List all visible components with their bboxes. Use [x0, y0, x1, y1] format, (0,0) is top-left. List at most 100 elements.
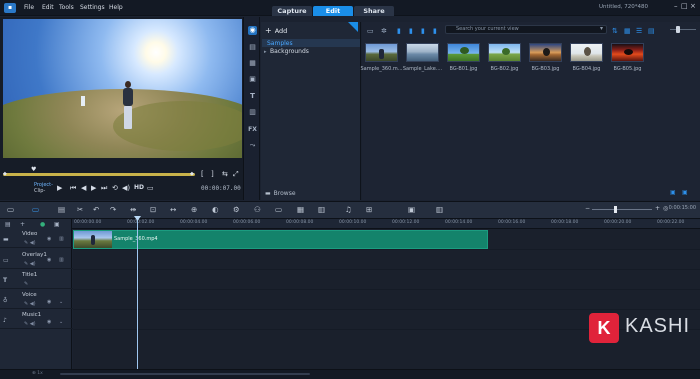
aspect-ratio-icon[interactable]: ▭	[147, 184, 154, 192]
track-edit-icon[interactable]: ✎ ◀)	[24, 321, 36, 327]
next-frame-icon[interactable]: ▶	[91, 184, 96, 192]
volume-icon[interactable]: ◀)	[122, 184, 130, 192]
scrub-position-icon[interactable]: ♥	[31, 166, 36, 173]
show-audio-icon[interactable]: ▮	[421, 27, 425, 35]
details-view-icon[interactable]: ▤	[648, 27, 655, 35]
track-view-toggle-icon[interactable]: ▤	[5, 221, 11, 228]
split-icon[interactable]: ⇹	[130, 205, 136, 214]
motion-path-icon[interactable]: ⊞	[366, 205, 372, 214]
split-clip-icon[interactable]: ⇆	[222, 170, 228, 178]
end-icon[interactable]: ⏭	[101, 184, 107, 193]
thumbnail-size-knob[interactable]	[676, 26, 680, 33]
speed-icon[interactable]: ⚇	[254, 205, 261, 214]
hd-toggle[interactable]: HD	[134, 184, 144, 191]
tab-edit[interactable]: Edit	[313, 6, 353, 16]
subtitle-editor-icon[interactable]: ▭	[275, 205, 282, 214]
thumbnail-size-slider[interactable]	[670, 29, 696, 30]
mixer-icon[interactable]: ▥	[436, 205, 443, 214]
track-edit-icon[interactable]: ✎ ◀)	[24, 301, 36, 307]
zoom-in-icon[interactable]: +	[655, 205, 660, 212]
show-photos-icon[interactable]: ▮	[409, 27, 413, 35]
playhead[interactable]	[137, 219, 138, 369]
fx-icon[interactable]: FX	[248, 125, 257, 134]
media-thumb[interactable]	[365, 43, 398, 62]
preview-scrub-bar[interactable]	[3, 173, 195, 176]
add-folder-button[interactable]: + Add	[265, 26, 287, 35]
home-icon[interactable]: ⏮	[70, 184, 76, 193]
menu-settings[interactable]: Settings	[80, 4, 105, 11]
track-manager-icon[interactable]: ▤	[58, 205, 65, 214]
close-icon[interactable]: ×	[690, 2, 696, 10]
track-options-icon[interactable]: ▣	[54, 221, 60, 228]
sort-icon[interactable]: ⇅	[612, 27, 618, 35]
instant-project-icon[interactable]: ▤	[248, 43, 257, 52]
track-edit-icon[interactable]: ✎	[24, 281, 28, 287]
crop-icon[interactable]: ⊡	[150, 205, 156, 214]
thumbnail-view-icon[interactable]: ▦	[624, 27, 631, 35]
tree-item-backgrounds[interactable]: Backgrounds	[270, 48, 309, 55]
tab-capture[interactable]: Capture	[272, 6, 312, 16]
track-mute-icon[interactable]: ◉	[47, 257, 51, 263]
menu-help[interactable]: Help	[109, 4, 123, 11]
repeat-icon[interactable]: ⟲	[112, 184, 118, 192]
expand-library-icon[interactable]: ▣	[682, 189, 688, 196]
zoom-out-icon[interactable]: −	[585, 205, 590, 212]
fit-view-icon[interactable]: ▣	[670, 189, 676, 196]
show-videos-icon[interactable]: ▮	[397, 27, 401, 35]
menu-file[interactable]: File	[24, 4, 34, 11]
tree-item-samples[interactable]: Samples	[267, 40, 293, 47]
media-thumb[interactable]	[406, 43, 439, 62]
menu-tools[interactable]: Tools	[59, 4, 74, 11]
tools-icon[interactable]: ✂	[77, 205, 83, 214]
undo-icon[interactable]: ↶	[93, 205, 99, 214]
list-view-icon[interactable]: ☰	[636, 27, 642, 35]
track-lock-icon[interactable]: ●	[40, 221, 45, 228]
timeline-scrollbar[interactable]	[60, 373, 310, 375]
timeline-tracks[interactable]	[73, 229, 700, 369]
record-capture-icon[interactable]: ▣	[408, 205, 415, 214]
media-thumb[interactable]	[488, 43, 521, 62]
graphics-icon[interactable]: ▥	[248, 108, 257, 117]
auto-music-icon[interactable]: ♫	[345, 205, 352, 214]
title-library-icon[interactable]: ▣	[248, 75, 257, 84]
storyboard-view-icon[interactable]: ▭	[7, 205, 14, 214]
media-thumb[interactable]	[447, 43, 480, 62]
browse-button[interactable]: ▬ Browse	[265, 190, 296, 197]
tree-expand-icon[interactable]: ▸	[264, 49, 267, 55]
track-edit-icon[interactable]: ✎ ◀)	[24, 261, 36, 267]
redo-icon[interactable]: ↷	[110, 205, 116, 214]
play-icon[interactable]: ▶	[57, 184, 62, 192]
minimize-icon[interactable]: –	[674, 2, 678, 10]
project-clip-toggle[interactable]: Project- Clip-	[34, 182, 53, 194]
motion-tracking-icon[interactable]: ⊕	[191, 205, 197, 214]
track-expand-icon[interactable]: ⌄	[59, 319, 63, 325]
mark-in-icon[interactable]: [	[201, 170, 204, 178]
multi-camera-icon[interactable]: ▦	[297, 205, 304, 214]
track-mute-icon[interactable]: ◉	[47, 299, 51, 305]
zoom-slider-knob[interactable]	[614, 206, 617, 213]
track-edit-icon[interactable]: ✎ ◀)	[24, 240, 36, 246]
preview-video[interactable]	[3, 19, 242, 158]
clip-mode-label[interactable]: Clip-	[34, 188, 53, 194]
track-visibility-icon[interactable]: ▥	[59, 236, 64, 242]
menu-edit[interactable]: Edit	[42, 4, 54, 11]
color-grading-icon[interactable]: ⚙	[233, 205, 240, 214]
split-screen-icon[interactable]: ▥	[318, 205, 325, 214]
media-thumb[interactable]	[611, 43, 644, 62]
ripple-edit-icon[interactable]: ↔	[170, 205, 176, 214]
trim-start-icon[interactable]: ◆	[3, 171, 7, 177]
mask-creator-icon[interactable]: ◐	[212, 205, 219, 214]
track-visibility-icon[interactable]: ▥	[59, 257, 64, 263]
zoom-slider[interactable]	[592, 209, 652, 210]
settings-gear-icon[interactable]: ✲	[381, 27, 387, 35]
mark-out-icon[interactable]: ]	[211, 170, 214, 178]
search-dropdown-icon[interactable]: ▾	[600, 25, 603, 32]
fit-timeline-icon[interactable]: ◎	[663, 205, 668, 212]
trim-end-icon[interactable]: ◆	[190, 171, 194, 177]
text-icon[interactable]: T	[248, 92, 257, 101]
transition-icon[interactable]: ▦	[248, 59, 257, 68]
library-search-input[interactable]: Search your current view	[445, 25, 607, 34]
track-mute-icon[interactable]: ◉	[47, 319, 51, 325]
track-mute-icon[interactable]: ◉	[47, 236, 51, 242]
show-all-icon[interactable]: ▮	[433, 27, 437, 35]
